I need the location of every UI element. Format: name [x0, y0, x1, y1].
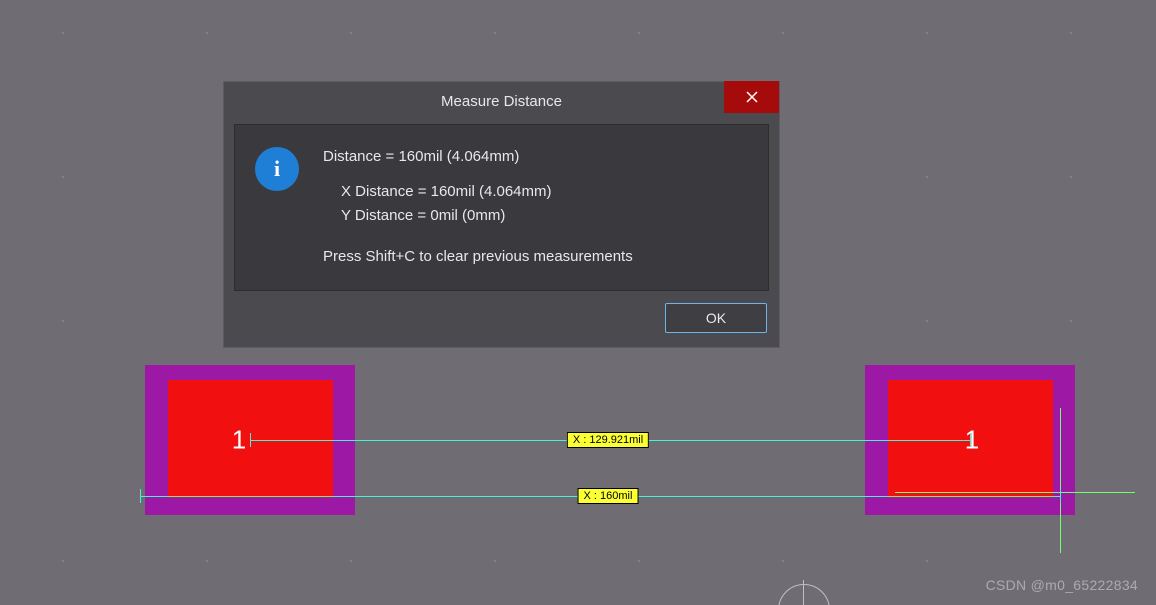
grid-dot [926, 320, 928, 322]
hint-line: Press Shift+C to clear previous measurem… [323, 245, 633, 268]
x-distance-line: X Distance = 160mil (4.064mm) [323, 180, 633, 203]
dialog-title-bar[interactable]: Measure Distance [224, 82, 779, 120]
grid-dot [782, 32, 784, 34]
distance-line: Distance = 160mil (4.064mm) [323, 145, 633, 168]
grid-dot [350, 32, 352, 34]
grid-dot [206, 560, 208, 562]
ok-button-label: OK [706, 310, 726, 326]
pad-label: 1 [232, 425, 246, 456]
measure-end [140, 489, 141, 503]
grid-dot [350, 560, 352, 562]
grid-dot [1070, 32, 1072, 34]
crosshair-h [895, 492, 1135, 493]
dialog-title: Measure Distance [441, 93, 562, 110]
grid-dot [494, 560, 496, 562]
crosshair-v [1060, 408, 1061, 553]
grid-dot [62, 176, 64, 178]
dialog-footer: OK [224, 291, 779, 347]
grid-dot [62, 32, 64, 34]
grid-dot [926, 560, 928, 562]
origin-marker [778, 584, 830, 605]
grid-dot [1070, 320, 1072, 322]
grid-dot [1070, 176, 1072, 178]
grid-dot [926, 176, 928, 178]
close-button[interactable] [724, 81, 779, 113]
origin-axis [803, 580, 804, 605]
close-icon [745, 90, 759, 104]
dialog-message: Distance = 160mil (4.064mm) X Distance =… [323, 145, 633, 268]
grid-dot [638, 32, 640, 34]
measure-label: X : 160mil [578, 488, 639, 504]
watermark: CSDN @m0_65222834 [986, 577, 1138, 593]
grid-dot [62, 560, 64, 562]
ok-button[interactable]: OK [665, 303, 767, 333]
measure-distance-dialog: Measure Distance i Distance = 160mil (4.… [224, 82, 779, 347]
measure-end [1060, 489, 1061, 503]
dialog-body: i Distance = 160mil (4.064mm) X Distance… [234, 124, 769, 291]
grid-dot [638, 560, 640, 562]
grid-dot [62, 320, 64, 322]
measure-end [250, 433, 251, 447]
grid-dot [206, 32, 208, 34]
measure-label: X : 129.921mil [567, 432, 649, 448]
info-icon: i [255, 147, 299, 191]
grid-dot [782, 560, 784, 562]
grid-dot [494, 32, 496, 34]
pcb-canvas[interactable]: 1 1 X : 129.921mil X : 160mil Measure Di… [0, 0, 1156, 605]
y-distance-line: Y Distance = 0mil (0mm) [323, 204, 633, 227]
measure-end [970, 433, 971, 447]
grid-dot [926, 32, 928, 34]
